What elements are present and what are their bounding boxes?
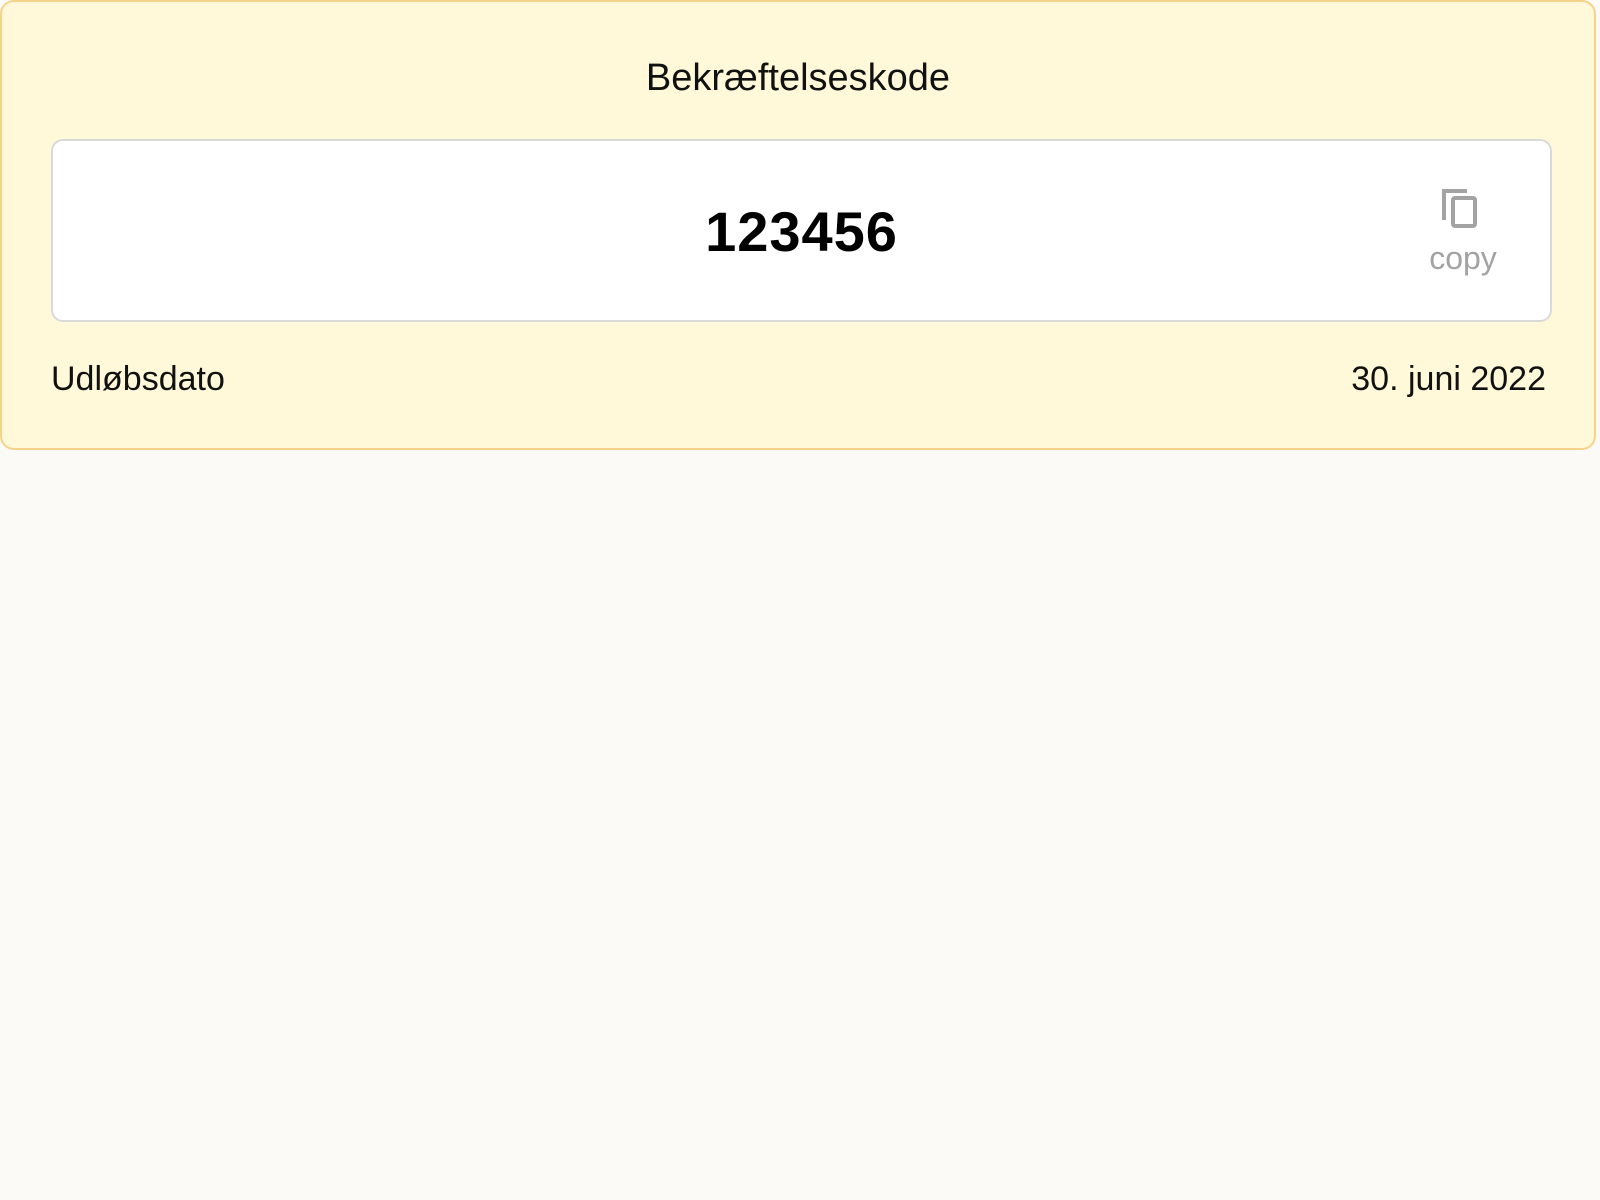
copy-icon [1442, 189, 1477, 228]
confirmation-code-title: Bekræftelseskode [645, 57, 951, 99]
copy-button[interactable]: copy [1418, 183, 1508, 278]
expiry-date-value: 30. juni 2022 [1351, 360, 1546, 398]
confirmation-code-value: 123456 [705, 200, 898, 263]
copy-label: copy [1429, 240, 1497, 276]
expiry-date-label: Udløbsdato [51, 360, 225, 398]
confirmation-code-box: 123456 copy [51, 139, 1552, 322]
confirmation-code-card: Bekræftelseskode 123456 copy Udløbsdato … [0, 0, 1596, 450]
